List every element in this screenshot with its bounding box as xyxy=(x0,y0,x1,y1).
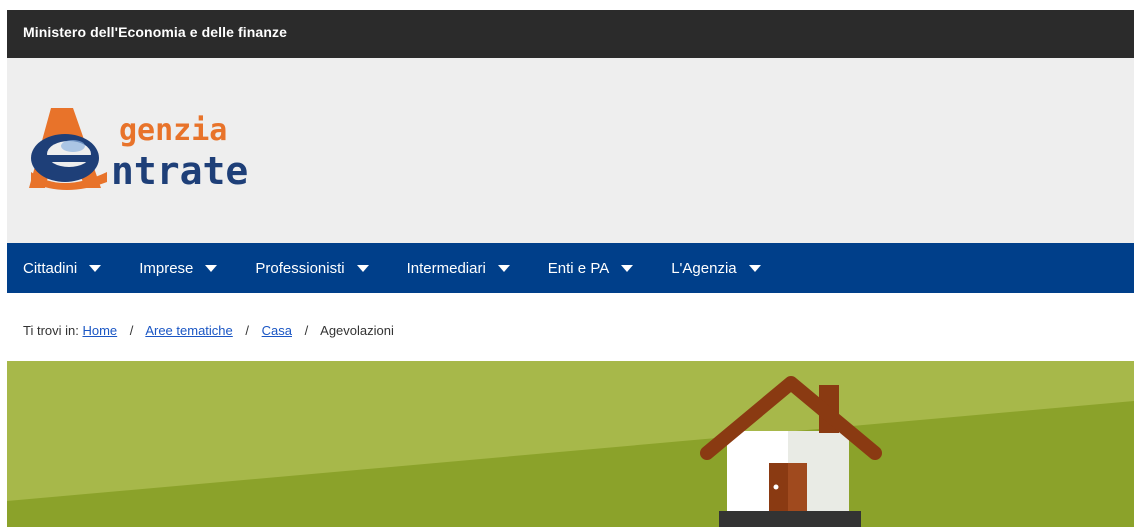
nav-item-label: Intermediari xyxy=(406,259,486,277)
hero-banner xyxy=(7,361,1134,527)
nav-item-cittadini[interactable]: Cittadini xyxy=(7,243,102,293)
ministry-bar: Ministero dell'Economia e delle finanze xyxy=(7,10,1134,58)
nav-item-imprese[interactable]: Imprese xyxy=(123,243,218,293)
breadcrumb-current: Agevolazioni xyxy=(320,323,394,338)
nav-item-label: Professionisti xyxy=(255,259,345,277)
breadcrumb-link-casa[interactable]: Casa xyxy=(262,323,292,338)
breadcrumb-prefix: Ti trovi in: xyxy=(23,323,79,338)
breadcrumb-separator: / xyxy=(245,323,250,338)
caret-down-icon xyxy=(89,264,102,272)
nav-item-enti-pa[interactable]: Enti e PA xyxy=(532,243,634,293)
nav-item-intermediari[interactable]: Intermediari xyxy=(391,243,510,293)
agenzia-entrate-logo[interactable]: genzia ntrate xyxy=(21,102,291,194)
caret-down-icon xyxy=(621,264,634,272)
caret-down-icon xyxy=(356,264,369,272)
nav-item-label: Cittadini xyxy=(23,259,78,277)
breadcrumb-separator: / xyxy=(129,323,134,338)
logo-text-genzia: genzia xyxy=(119,113,228,148)
ministry-title[interactable]: Ministero dell'Economia e delle finanze xyxy=(23,24,287,40)
breadcrumb-link-aree-tematiche[interactable]: Aree tematiche xyxy=(145,323,232,338)
main-nav: Cittadini Imprese Professionisti Interme… xyxy=(7,243,1134,293)
house-illustration-icon xyxy=(7,376,1134,527)
breadcrumb-separator: / xyxy=(304,323,309,338)
nav-item-label: Imprese xyxy=(139,259,194,277)
logo-text-ntrate: ntrate xyxy=(111,149,249,193)
nav-item-label: L'Agenzia xyxy=(671,259,737,277)
breadcrumb-link-home[interactable]: Home xyxy=(82,323,117,338)
site-header: genzia ntrate xyxy=(7,58,1134,243)
breadcrumb: Ti trovi in: Home / Aree tematiche / Cas… xyxy=(23,323,394,338)
caret-down-icon xyxy=(205,264,218,272)
caret-down-icon xyxy=(748,264,761,272)
page-frame: Ministero dell'Economia e delle finanze … xyxy=(7,10,1134,527)
caret-down-icon xyxy=(497,264,510,272)
nav-item-agenzia[interactable]: L'Agenzia xyxy=(655,243,761,293)
nav-item-label: Enti e PA xyxy=(547,259,610,277)
nav-item-professionisti[interactable]: Professionisti xyxy=(239,243,369,293)
